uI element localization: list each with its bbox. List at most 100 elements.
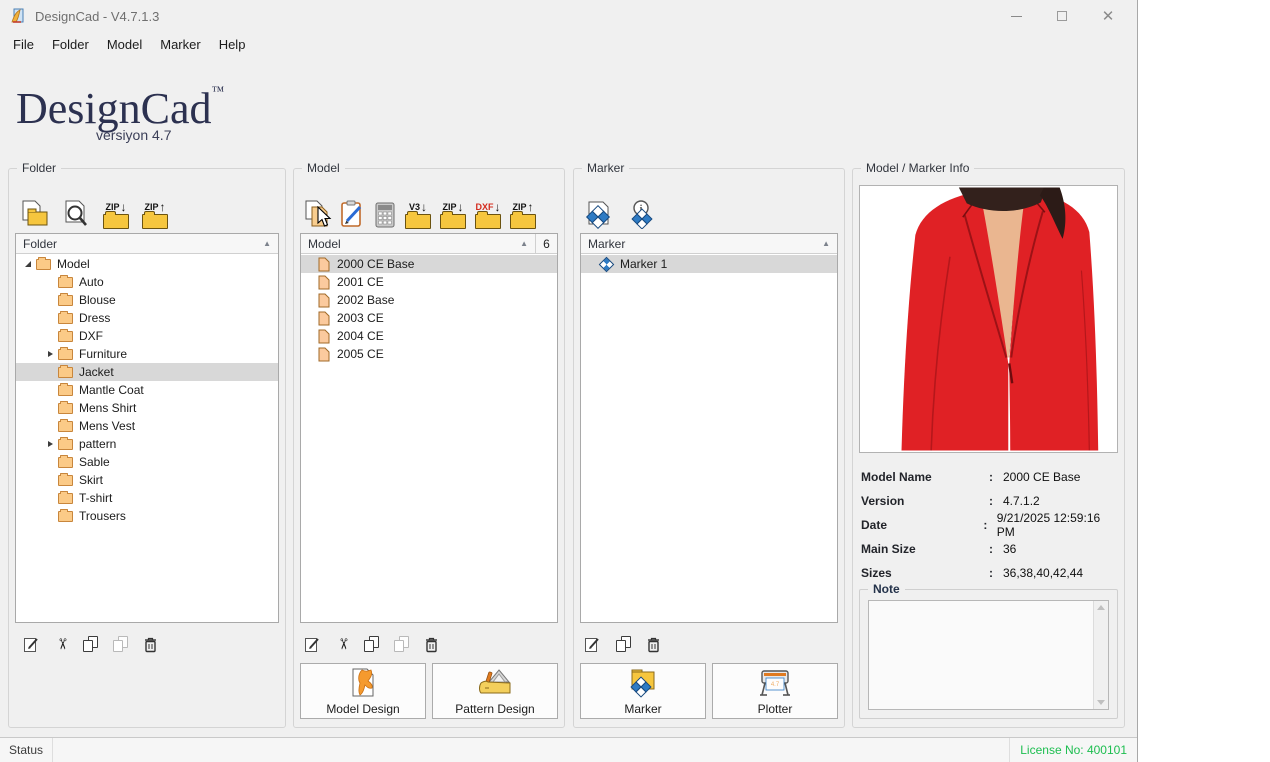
folder-list-header[interactable]: Folder ▲: [16, 234, 278, 254]
folder-zip-export-button[interactable]: ZIP↑: [142, 183, 168, 229]
delete-icon[interactable]: [646, 636, 661, 653]
expand-icon[interactable]: [44, 351, 56, 357]
zip-folder-icon: [510, 214, 536, 229]
cut-icon[interactable]: ✂: [335, 638, 349, 651]
marker-info-button[interactable]: i: [627, 183, 657, 229]
note-title: Note: [868, 582, 905, 596]
dxf-folder-icon: [475, 214, 501, 229]
clipboard-edit-icon: [339, 199, 365, 229]
tree-item-jacket[interactable]: Jacket: [16, 363, 278, 381]
tree-root-label: Model: [57, 257, 90, 271]
menu-file[interactable]: File: [4, 37, 43, 52]
marker-open-button[interactable]: Marker: [580, 663, 706, 719]
folder-icon: [58, 439, 73, 450]
new-marker-button[interactable]: [584, 183, 614, 229]
model-zip-import-button[interactable]: ZIP↓: [440, 183, 466, 229]
copy-icon[interactable]: [616, 636, 631, 652]
svg-text:4.7: 4.7: [771, 682, 780, 688]
model-design-button[interactable]: Model Design: [300, 663, 426, 719]
tree-item-mens-shirt[interactable]: Mens Shirt: [16, 399, 278, 417]
rename-icon[interactable]: [23, 636, 40, 653]
folder-icon: [58, 475, 73, 486]
tree-item-blouse[interactable]: Blouse: [16, 291, 278, 309]
field-version: Version:4.7.1.2: [861, 489, 1116, 513]
edit-model-button[interactable]: [339, 183, 365, 229]
dxf-import-button[interactable]: DXF↓: [475, 183, 501, 229]
pattern-design-icon: [475, 667, 515, 699]
tree-item-dxf[interactable]: DXF: [16, 327, 278, 345]
new-folder-button[interactable]: [19, 183, 49, 229]
model-doc-icon: [318, 293, 330, 308]
model-item-2003[interactable]: 2003 CE: [301, 309, 557, 327]
model-list-header[interactable]: Model ▲ 6: [301, 234, 557, 254]
scroll-down-icon[interactable]: [1097, 700, 1105, 705]
model-item-2004[interactable]: 2004 CE: [301, 327, 557, 345]
model-zip-export-button[interactable]: ZIP↑: [510, 183, 536, 229]
collapse-icon[interactable]: [22, 261, 34, 267]
folder-tree: Model Auto Blouse Dress DXF Furniture Ja…: [16, 254, 278, 525]
plotter-button[interactable]: 4.7 Plotter: [712, 663, 838, 719]
info-fields: Model Name:2000 CE Base Version:4.7.1.2 …: [861, 465, 1116, 585]
tree-item-trousers[interactable]: Trousers: [16, 507, 278, 525]
model-edit-row: ✂: [304, 634, 439, 654]
folder-icon: [58, 403, 73, 414]
cut-icon[interactable]: ✂: [54, 638, 68, 651]
tree-item-dress[interactable]: Dress: [16, 309, 278, 327]
note-scrollbar[interactable]: [1093, 601, 1108, 709]
tree-item-furniture[interactable]: Furniture: [16, 345, 278, 363]
model-item-2001[interactable]: 2001 CE: [301, 273, 557, 291]
menu-help[interactable]: Help: [210, 37, 255, 52]
tree-item-mantle-coat[interactable]: Mantle Coat: [16, 381, 278, 399]
rename-icon[interactable]: [304, 636, 321, 653]
tree-item-mens-vest[interactable]: Mens Vest: [16, 417, 278, 435]
tree-root-model[interactable]: Model: [16, 255, 278, 273]
menu-marker[interactable]: Marker: [151, 37, 209, 52]
rename-icon[interactable]: [584, 636, 601, 653]
marker-item-1[interactable]: Marker 1: [581, 255, 837, 273]
marker-edit-row: [584, 634, 661, 654]
expand-icon[interactable]: [44, 441, 56, 447]
menu-folder[interactable]: Folder: [43, 37, 98, 52]
brand-name: DesignCad: [16, 84, 212, 133]
maximize-button[interactable]: [1039, 0, 1085, 32]
minimize-button[interactable]: [993, 0, 1039, 32]
marker-doc-icon: [584, 199, 614, 229]
sort-asc-icon[interactable]: ▲: [822, 239, 830, 248]
size-table-button[interactable]: [374, 183, 396, 229]
title-bar: DesignCad - V4.7.1.3 ✕: [0, 0, 1137, 32]
tree-item-tshirt[interactable]: T-shirt: [16, 489, 278, 507]
v3-import-button[interactable]: V3↓: [405, 183, 431, 229]
tree-item-auto[interactable]: Auto: [16, 273, 278, 291]
folder-icon: [58, 295, 73, 306]
tree-item-sable[interactable]: Sable: [16, 453, 278, 471]
marker-folder-icon: [626, 667, 660, 699]
folder-toolbar: ZIP↓ ZIP↑: [19, 183, 279, 229]
search-folder-button[interactable]: [62, 183, 90, 229]
folder-zip-import-button[interactable]: ZIP↓: [103, 183, 129, 229]
sort-asc-icon[interactable]: ▲: [263, 239, 271, 248]
delete-icon[interactable]: [424, 636, 439, 653]
model-item-2000[interactable]: 2000 CE Base: [301, 255, 557, 273]
logo: DesignCad™ versiyon 4.7: [16, 84, 224, 143]
menu-model[interactable]: Model: [98, 37, 151, 52]
tree-item-skirt[interactable]: Skirt: [16, 471, 278, 489]
model-item-2002[interactable]: 2002 Base: [301, 291, 557, 309]
note-group: Note: [859, 589, 1118, 719]
note-input[interactable]: [868, 600, 1109, 710]
folder-panel-title: Folder: [17, 161, 61, 175]
marker-list-header[interactable]: Marker ▲: [581, 234, 837, 254]
close-button[interactable]: ✕: [1085, 0, 1131, 32]
scroll-up-icon[interactable]: [1097, 605, 1105, 610]
pattern-design-button[interactable]: Pattern Design: [432, 663, 558, 719]
folder-icon: [58, 511, 73, 522]
plotter-label: Plotter: [758, 702, 793, 716]
window-title: DesignCad - V4.7.1.3: [35, 9, 159, 24]
red-jacket-image: [860, 186, 1117, 452]
sort-asc-icon[interactable]: ▲: [520, 239, 528, 248]
model-item-2005[interactable]: 2005 CE: [301, 345, 557, 363]
copy-icon[interactable]: [83, 636, 98, 652]
folder-icon: [58, 367, 73, 378]
delete-icon[interactable]: [143, 636, 158, 653]
copy-icon[interactable]: [364, 636, 379, 652]
tree-item-pattern[interactable]: pattern: [16, 435, 278, 453]
